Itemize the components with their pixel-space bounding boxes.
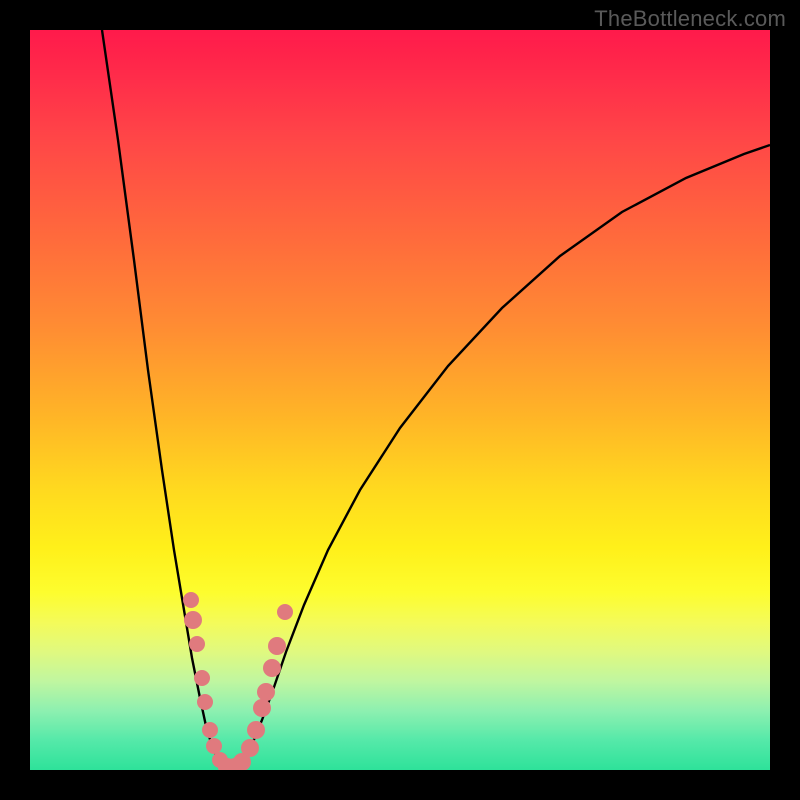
data-dot bbox=[253, 699, 271, 717]
data-dot bbox=[241, 739, 259, 757]
watermark-text: TheBottleneck.com bbox=[594, 6, 786, 32]
plot-area bbox=[30, 30, 770, 770]
bottleneck-curve bbox=[30, 30, 770, 770]
data-dot bbox=[183, 592, 199, 608]
chart-frame: TheBottleneck.com bbox=[0, 0, 800, 800]
data-dot bbox=[197, 694, 213, 710]
data-dot bbox=[194, 670, 210, 686]
data-dot bbox=[184, 611, 202, 629]
v-curve-line bbox=[102, 30, 770, 770]
data-dot bbox=[277, 604, 293, 620]
data-dot bbox=[257, 683, 275, 701]
data-dot bbox=[263, 659, 281, 677]
data-dot bbox=[206, 738, 222, 754]
data-dot bbox=[247, 721, 265, 739]
data-dot bbox=[202, 722, 218, 738]
data-dot bbox=[268, 637, 286, 655]
data-dot bbox=[189, 636, 205, 652]
